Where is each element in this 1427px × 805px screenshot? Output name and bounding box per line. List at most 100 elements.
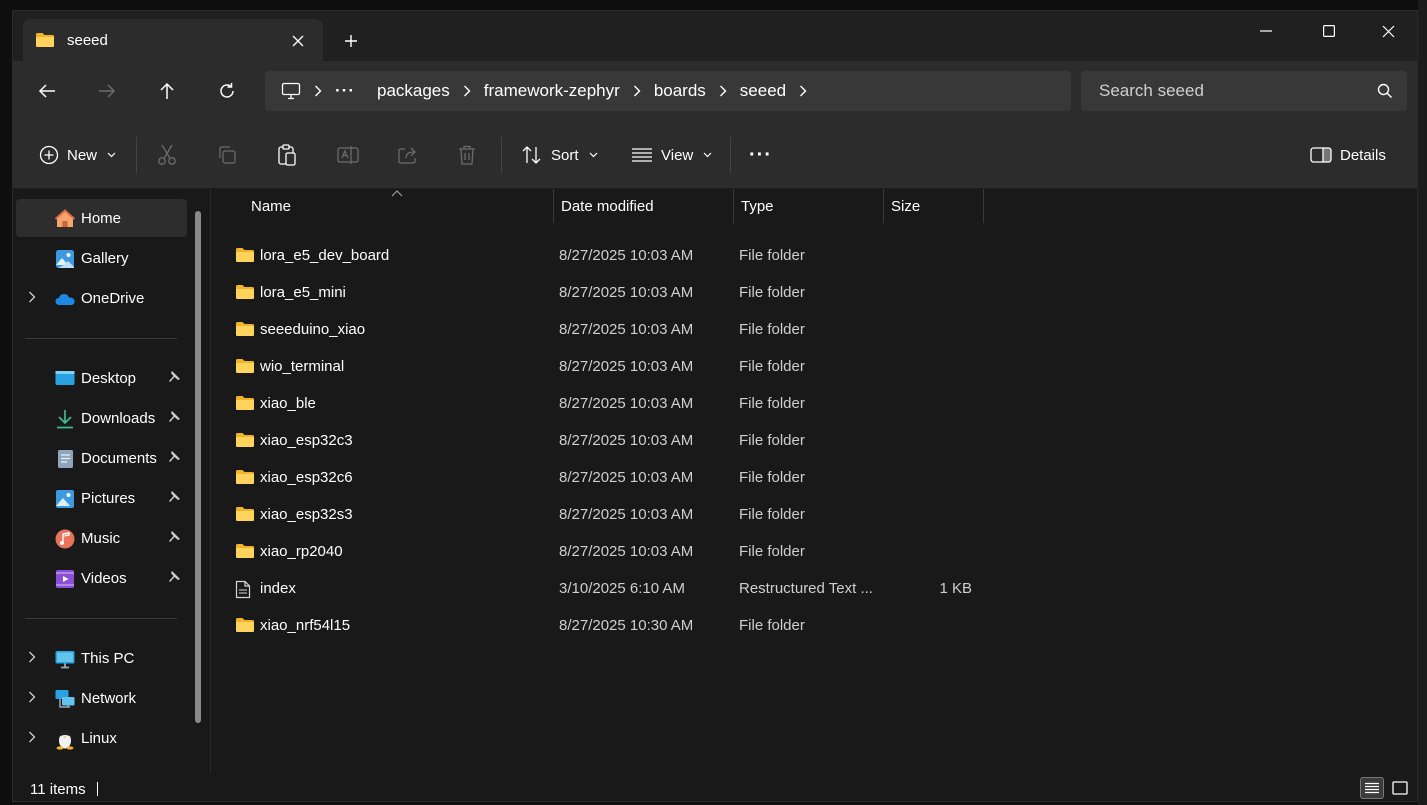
copy-icon	[219, 146, 236, 164]
view-button[interactable]: View	[631, 139, 712, 171]
back-button[interactable]	[27, 75, 67, 107]
sidebar-scrollbar[interactable]	[195, 211, 201, 723]
breadcrumb[interactable]: ··· packages framework-zephyr boards see…	[265, 71, 1071, 111]
refresh-button[interactable]	[207, 75, 247, 107]
file-row[interactable]: xiao_esp32s3 8/27/2025 10:03 AM File folde…	[225, 496, 1405, 533]
minimize-icon[interactable]	[1243, 15, 1289, 47]
forward-button[interactable]	[87, 75, 127, 107]
new-tab-icon[interactable]	[337, 27, 365, 55]
navigation-pane: Home Gallery OneDrive Desktop Downloads …	[13, 189, 209, 773]
breadcrumb-packages[interactable]: packages	[377, 81, 450, 101]
sidebar-item-label: This PC	[81, 650, 135, 667]
search-icon[interactable]	[1377, 83, 1393, 104]
file-row[interactable]: xiao_esp32c3 8/27/2025 10:03 AM File folde…	[225, 422, 1405, 459]
sidebar-item-linux[interactable]: Linux	[16, 719, 187, 757]
file-type: File folder	[739, 543, 805, 560]
tab-seeed[interactable]: seeed	[23, 19, 323, 61]
music-icon	[55, 529, 75, 549]
file-type: File folder	[739, 247, 805, 264]
breadcrumb-chevron-icon[interactable]	[450, 85, 484, 97]
copy-button[interactable]	[217, 139, 237, 171]
search-box[interactable]	[1081, 71, 1407, 111]
this-pc-icon[interactable]	[281, 82, 301, 100]
file-row[interactable]: seeeduino_xiao 8/27/2025 10:03 AM File fol…	[225, 311, 1405, 348]
file-row[interactable]: lora_e5_dev_board 8/27/2025 10:03 AM File …	[225, 237, 1405, 274]
desktop-background	[1418, 0, 1427, 805]
pin-icon[interactable]	[167, 490, 181, 504]
file-type: File folder	[739, 617, 805, 634]
up-button[interactable]	[147, 75, 187, 107]
file-row[interactable]: index 3/10/2025 6:10 AM Restructured Text …	[225, 570, 1405, 607]
scissors-icon	[158, 144, 176, 165]
status-divider	[97, 782, 98, 796]
file-type: File folder	[739, 321, 805, 338]
sidebar-item-music[interactable]: Music	[16, 519, 187, 557]
column-divider[interactable]	[883, 189, 884, 223]
file-date: 8/27/2025 10:03 AM	[559, 284, 694, 301]
file-row[interactable]: wio_terminal 8/27/2025 10:03 AM File folde…	[225, 348, 1405, 385]
column-divider[interactable]	[553, 189, 554, 223]
chevron-right-icon[interactable]	[28, 731, 36, 743]
details-view-toggle[interactable]	[1360, 777, 1384, 799]
sidebar-item-pictures[interactable]: Pictures	[16, 479, 187, 517]
sidebar-item-network[interactable]: Network	[16, 679, 187, 717]
sidebar-item-videos[interactable]: Videos	[16, 559, 187, 597]
column-header-name[interactable]: Name	[251, 189, 291, 223]
sidebar-item-desktop[interactable]: Desktop	[16, 359, 187, 397]
refresh-icon	[220, 83, 234, 98]
close-window-icon[interactable]	[1365, 15, 1411, 47]
maximize-icon[interactable]	[1306, 15, 1352, 47]
file-row[interactable]: xiao_esp32c6 8/27/2025 10:03 AM File folde…	[225, 459, 1405, 496]
sort-ascending-icon	[391, 190, 403, 197]
close-tab-icon[interactable]	[287, 30, 309, 52]
column-header-size[interactable]: Size	[891, 189, 920, 223]
file-type: File folder	[739, 358, 805, 375]
chevron-right-icon[interactable]	[28, 291, 36, 303]
pin-icon[interactable]	[167, 410, 181, 424]
chevron-right-icon[interactable]	[28, 651, 36, 663]
delete-button[interactable]	[457, 139, 477, 171]
file-name: xiao_esp32c6	[260, 469, 353, 486]
breadcrumb-chevron-icon[interactable]	[301, 85, 335, 97]
share-button[interactable]	[397, 139, 419, 171]
breadcrumb-boards[interactable]: boards	[654, 81, 706, 101]
folder-icon	[235, 432, 255, 453]
sort-button[interactable]: Sort	[521, 139, 598, 171]
breadcrumb-framework-zephyr[interactable]: framework-zephyr	[484, 81, 620, 101]
new-button[interactable]: New	[39, 139, 116, 171]
tiles-view-toggle[interactable]	[1388, 777, 1412, 799]
pin-icon[interactable]	[167, 530, 181, 544]
search-input[interactable]	[1081, 71, 1371, 111]
breadcrumb-chevron-icon[interactable]	[620, 85, 654, 97]
column-header-date[interactable]: Date modified	[561, 189, 654, 223]
cut-button[interactable]	[157, 139, 177, 171]
breadcrumb-seeed[interactable]: seeed	[740, 81, 786, 101]
breadcrumb-chevron-icon[interactable]	[706, 85, 740, 97]
sidebar-item-home[interactable]: Home	[16, 199, 187, 237]
pin-icon[interactable]	[167, 570, 181, 584]
file-row[interactable]: xiao_nrf54l15 8/27/2025 10:30 AM File fold…	[225, 607, 1405, 644]
pin-icon[interactable]	[167, 450, 181, 464]
file-name: xiao_esp32s3	[260, 506, 353, 523]
column-divider[interactable]	[733, 189, 734, 223]
file-row[interactable]: lora_e5_mini 8/27/2025 10:03 AM File folde…	[225, 274, 1405, 311]
details-button[interactable]: Details	[1310, 139, 1386, 171]
see-more-button[interactable]: ···	[749, 139, 772, 171]
breadcrumb-chevron-icon[interactable]	[786, 85, 820, 97]
sidebar-item-onedrive[interactable]: OneDrive	[16, 279, 187, 317]
sidebar-item-documents[interactable]: Documents	[16, 439, 187, 477]
sidebar-item-label: Linux	[81, 730, 117, 747]
chevron-right-icon[interactable]	[28, 691, 36, 703]
column-divider[interactable]	[983, 189, 984, 223]
rename-button[interactable]	[337, 139, 359, 171]
sidebar-item-this-pc[interactable]: This PC	[16, 639, 187, 677]
sidebar-item-downloads[interactable]: Downloads	[16, 399, 187, 437]
column-header-type[interactable]: Type	[741, 189, 774, 223]
paste-button[interactable]	[277, 139, 297, 171]
trash-icon	[459, 145, 475, 165]
sidebar-item-gallery[interactable]: Gallery	[16, 239, 187, 277]
file-row[interactable]: xiao_ble 8/27/2025 10:03 AM File folder	[225, 385, 1405, 422]
pin-icon[interactable]	[167, 370, 181, 384]
file-row[interactable]: xiao_rp2040 8/27/2025 10:03 AM File folder	[225, 533, 1405, 570]
breadcrumb-overflow[interactable]: ···	[335, 81, 355, 101]
